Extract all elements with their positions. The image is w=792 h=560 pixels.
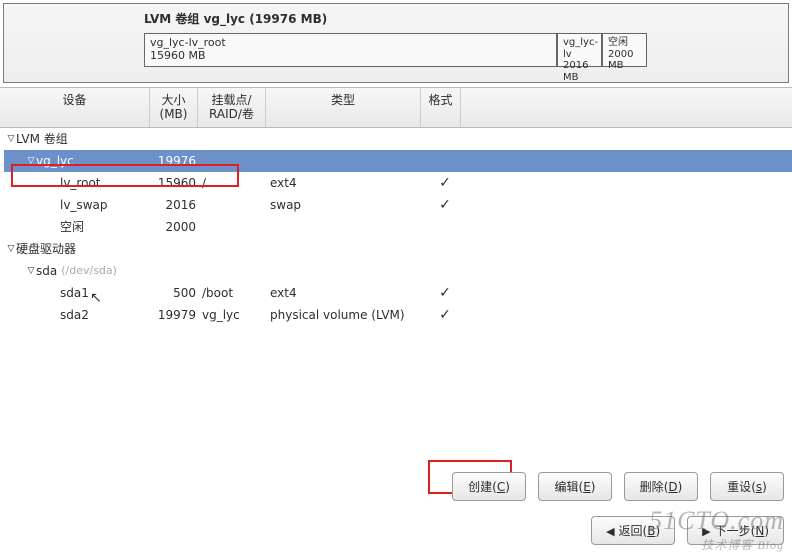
device-name: 硬盘驱动器 bbox=[16, 240, 76, 257]
device-cell: ▽sda (/dev/sda) bbox=[4, 264, 154, 278]
expander-icon[interactable]: ▽ bbox=[26, 266, 36, 276]
lvm-block-root: vg_lyc-lv_root 15960 MB bbox=[144, 33, 557, 67]
col-format[interactable]: 格式 bbox=[421, 88, 461, 127]
block-size: 2016 MB bbox=[563, 60, 596, 83]
block-name: 空闲 bbox=[608, 37, 641, 49]
table-header: 设备 大小 (MB) 挂载点/ RAID/卷 类型 格式 bbox=[0, 87, 792, 128]
device-name: sda bbox=[36, 264, 57, 278]
create-button[interactable]: 创建(C) bbox=[452, 472, 526, 501]
mount-cell: /boot bbox=[202, 286, 270, 300]
tree-row[interactable]: ▽vg_lyc19976 bbox=[4, 150, 792, 172]
device-cell: ▽LVM 卷组 bbox=[4, 130, 154, 147]
block-name: vg_lyc-lv bbox=[563, 37, 596, 60]
tree-row[interactable]: ▽LVM 卷组 bbox=[4, 128, 792, 150]
device-name: lv_swap bbox=[60, 198, 107, 212]
device-cell: lv_swap bbox=[4, 198, 154, 212]
type-cell: physical volume (LVM) bbox=[270, 308, 425, 322]
back-button[interactable]: ◀返回(B) bbox=[591, 516, 675, 545]
size-cell: 15960 bbox=[154, 176, 202, 190]
device-name: 空闲 bbox=[60, 218, 84, 235]
device-cell: sda1 bbox=[4, 286, 154, 300]
lvm-block-free: 空闲 2000 MB bbox=[602, 33, 647, 67]
col-device[interactable]: 设备 bbox=[0, 88, 150, 127]
delete-button[interactable]: 删除(D) bbox=[624, 472, 698, 501]
reset-button[interactable]: 重设(s) bbox=[710, 472, 784, 501]
tree-row[interactable]: lv_swap 2016 swap✓ bbox=[4, 194, 792, 216]
lvm-block-lv: vg_lyc-lv 2016 MB bbox=[557, 33, 602, 67]
arrow-right-icon: ▶ bbox=[702, 525, 710, 538]
tree-row[interactable]: 空闲 2000 bbox=[4, 216, 792, 238]
size-cell: 19979 bbox=[154, 308, 202, 322]
expander-icon[interactable]: ▽ bbox=[6, 134, 16, 144]
device-cell: sda2 bbox=[4, 308, 154, 322]
size-cell: 19976 bbox=[154, 154, 202, 168]
lvm-header-title: LVM 卷组 vg_lyc (19976 MB) bbox=[4, 4, 788, 31]
lvm-summary-panel: LVM 卷组 vg_lyc (19976 MB) vg_lyc-lv_root … bbox=[3, 3, 789, 83]
device-name: sda2 bbox=[60, 308, 89, 322]
tree-row[interactable]: lv_root 15960/ext4✓ bbox=[4, 172, 792, 194]
size-cell: 500 bbox=[154, 286, 202, 300]
size-cell: 2016 bbox=[154, 198, 202, 212]
nav-button-bar: ◀返回(B) ▶下一步(N) bbox=[591, 516, 784, 545]
fmt-cell: ✓ bbox=[425, 175, 465, 191]
device-cell: ▽vg_lyc bbox=[4, 154, 154, 168]
device-name: sda1 bbox=[60, 286, 89, 300]
fmt-cell: ✓ bbox=[425, 197, 465, 213]
tree-row[interactable]: ▽硬盘驱动器 bbox=[4, 238, 792, 260]
block-name: vg_lyc-lv_root bbox=[150, 37, 551, 50]
action-button-bar: 创建(C) 编辑(E) 删除(D) 重设(s) bbox=[452, 472, 784, 501]
col-type[interactable]: 类型 bbox=[266, 88, 421, 127]
fmt-cell: ✓ bbox=[425, 285, 465, 301]
device-name: LVM 卷组 bbox=[16, 130, 68, 147]
device-path: (/dev/sda) bbox=[61, 264, 117, 277]
device-name: vg_lyc bbox=[36, 154, 74, 168]
device-tree[interactable]: ▽LVM 卷组▽vg_lyc19976lv_root15960/ext4✓lv_… bbox=[0, 128, 792, 326]
type-cell: swap bbox=[270, 198, 425, 212]
arrow-left-icon: ◀ bbox=[606, 525, 614, 538]
device-cell: lv_root bbox=[4, 176, 154, 190]
mount-cell: / bbox=[202, 176, 270, 190]
type-cell: ext4 bbox=[270, 176, 425, 190]
tree-row[interactable]: ▽sda (/dev/sda) bbox=[4, 260, 792, 282]
edit-button[interactable]: 编辑(E) bbox=[538, 472, 612, 501]
next-button[interactable]: ▶下一步(N) bbox=[687, 516, 784, 545]
type-cell: ext4 bbox=[270, 286, 425, 300]
device-cell: 空闲 bbox=[4, 218, 154, 235]
device-cell: ▽硬盘驱动器 bbox=[4, 240, 154, 257]
mount-cell: vg_lyc bbox=[202, 308, 270, 322]
size-cell: 2000 bbox=[154, 220, 202, 234]
col-mount[interactable]: 挂载点/ RAID/卷 bbox=[198, 88, 266, 127]
fmt-cell: ✓ bbox=[425, 307, 465, 323]
expander-icon[interactable]: ▽ bbox=[26, 156, 36, 166]
block-size: 15960 MB bbox=[150, 50, 551, 63]
block-size: 2000 MB bbox=[608, 49, 641, 72]
tree-row[interactable]: sda2 19979vg_lycphysical volume (LVM)✓ bbox=[4, 304, 792, 326]
tree-row[interactable]: sda1 500/bootext4✓ bbox=[4, 282, 792, 304]
expander-icon[interactable]: ▽ bbox=[6, 244, 16, 254]
device-name: lv_root bbox=[60, 176, 101, 190]
col-size[interactable]: 大小 (MB) bbox=[150, 88, 198, 127]
